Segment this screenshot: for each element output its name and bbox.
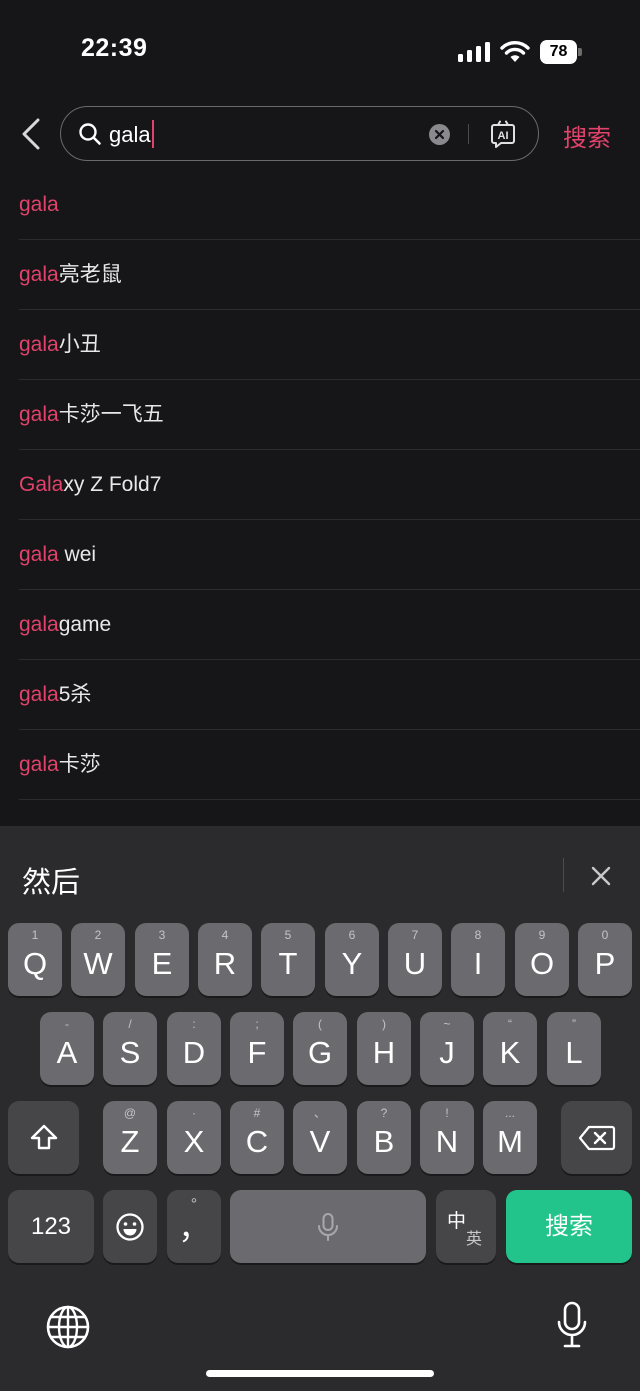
- key-i[interactable]: 8I: [451, 923, 505, 996]
- shift-icon: [30, 1124, 58, 1150]
- ai-label: AI: [498, 130, 509, 142]
- suggestion-item[interactable]: gala卡莎: [19, 730, 640, 800]
- numbers-key[interactable]: 123: [8, 1190, 94, 1263]
- cellular-signal-icon: [458, 42, 490, 62]
- key-h[interactable]: ) H: [357, 1012, 411, 1085]
- backspace-key[interactable]: [561, 1101, 632, 1174]
- key-j[interactable]: ~ J: [420, 1012, 474, 1085]
- text-caret: [151, 120, 154, 148]
- key-a[interactable]: -A: [40, 1012, 94, 1085]
- key-z[interactable]: @ Z: [103, 1101, 157, 1174]
- globe-icon[interactable]: [45, 1304, 91, 1350]
- key-q[interactable]: 1Q: [8, 923, 62, 996]
- suggestion-item[interactable]: gala wei: [19, 520, 640, 590]
- home-indicator: [206, 1370, 434, 1377]
- search-enter-key[interactable]: 搜索: [506, 1190, 632, 1263]
- suggestion-list: gala gala亮老鼠 gala小丑 gala卡莎一飞五 Galaxy Z F…: [0, 170, 640, 800]
- emoji-key[interactable]: [103, 1190, 157, 1263]
- candidate-bar: 然后: [0, 826, 640, 918]
- candidate-divider: [563, 858, 564, 892]
- battery-icon: 78: [540, 40, 582, 64]
- microphone-icon: [318, 1213, 338, 1241]
- key-d[interactable]: :D: [167, 1012, 221, 1085]
- suggestion-item[interactable]: gala小丑: [19, 310, 640, 380]
- search-icon: [79, 123, 101, 145]
- key-c[interactable]: # C: [230, 1101, 284, 1174]
- space-key[interactable]: [230, 1190, 426, 1263]
- backspace-icon: [578, 1125, 616, 1151]
- suggestion-item[interactable]: gala5杀: [19, 660, 640, 730]
- shift-key[interactable]: [8, 1101, 79, 1174]
- key-u[interactable]: 7U: [388, 923, 442, 996]
- search-input[interactable]: gala AI: [60, 106, 539, 161]
- search-button[interactable]: 搜索: [563, 118, 611, 153]
- suggestion-item[interactable]: Galaxy Z Fold7: [19, 450, 640, 520]
- key-s[interactable]: / S: [103, 1012, 157, 1085]
- suggestion-item[interactable]: gala亮老鼠: [19, 240, 640, 310]
- search-divider: [468, 124, 469, 144]
- key-b[interactable]: ? B: [357, 1101, 411, 1174]
- key-w[interactable]: 2W: [71, 923, 125, 996]
- battery-level: 78: [540, 40, 577, 64]
- suggestion-item[interactable]: gala: [19, 170, 640, 240]
- key-x[interactable]: · X: [167, 1101, 221, 1174]
- candidate-word[interactable]: 然后: [22, 859, 80, 901]
- key-n[interactable]: ! N: [420, 1101, 474, 1174]
- comma-key[interactable]: ° ，: [167, 1190, 221, 1263]
- key-m[interactable]: ... M: [483, 1101, 537, 1174]
- suggestion-item[interactable]: gala卡莎一飞五: [19, 380, 640, 450]
- close-icon[interactable]: [588, 863, 614, 889]
- key-t[interactable]: 5T: [261, 923, 315, 996]
- clear-icon[interactable]: [429, 124, 450, 145]
- key-y[interactable]: 6Y: [325, 923, 379, 996]
- key-g[interactable]: (G: [293, 1012, 347, 1085]
- key-p[interactable]: 0P: [578, 923, 632, 996]
- key-f[interactable]: ; F: [230, 1012, 284, 1085]
- status-time: 22:39: [81, 34, 148, 62]
- ai-assistant-icon[interactable]: AI: [489, 120, 517, 148]
- key-o[interactable]: 9O: [515, 923, 569, 996]
- search-query[interactable]: gala: [109, 120, 154, 149]
- key-v[interactable]: 、 V: [293, 1101, 347, 1174]
- wifi-icon: [500, 41, 530, 62]
- back-chevron-icon[interactable]: [18, 117, 44, 151]
- suggestion-item[interactable]: galagame: [19, 590, 640, 660]
- status-bar: 22:39 78: [0, 0, 640, 100]
- key-k[interactable]: “K: [483, 1012, 537, 1085]
- key-r[interactable]: 4R: [198, 923, 252, 996]
- dictation-microphone-icon[interactable]: [556, 1300, 588, 1350]
- key-l[interactable]: ” L: [547, 1012, 601, 1085]
- emoji-icon: [116, 1213, 144, 1241]
- keyboard: 然后 1Q 2W 3E 4R 5T 6Y 7U 8I 9O 0P -A / S :…: [0, 826, 640, 1391]
- language-switch-key[interactable]: 中 英: [436, 1190, 496, 1263]
- key-e[interactable]: 3E: [135, 923, 189, 996]
